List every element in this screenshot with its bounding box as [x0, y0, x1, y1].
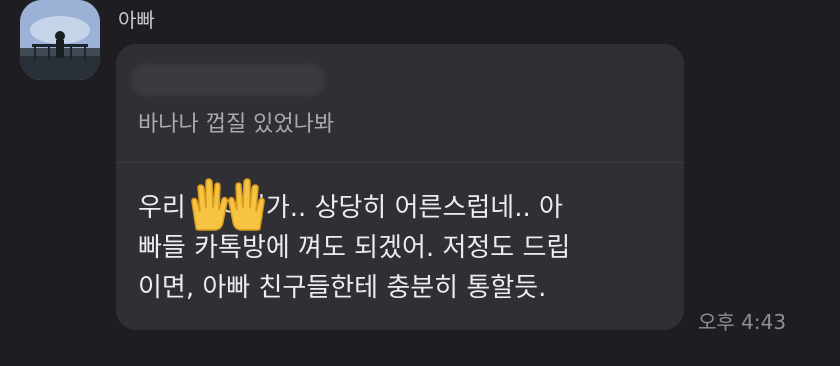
- message-time: 오후 4:43: [698, 310, 787, 334]
- avatar-photo-icon: [20, 0, 100, 80]
- message-line: 빠들 카톡방에 껴도 되겠어. 저정도 드립: [138, 233, 571, 263]
- reply-sender-blurred: [130, 64, 326, 96]
- message-line: 이면, 아빠 친구들한테 충분히 통할듯.: [138, 273, 547, 303]
- raised-hands-icon: [191, 178, 265, 231]
- reply-divider: [116, 162, 684, 163]
- reply-quote-text: 바나나 껍질 있었나봐: [138, 112, 335, 137]
- sender-name: 아빠: [118, 8, 155, 32]
- avatar[interactable]: [20, 0, 100, 80]
- message-bubble[interactable]: 바나나 껍질 있었나봐 우리 ㅇㅇ이가.. 상당히 어른스럽네.. 아 빠들 카…: [116, 44, 684, 330]
